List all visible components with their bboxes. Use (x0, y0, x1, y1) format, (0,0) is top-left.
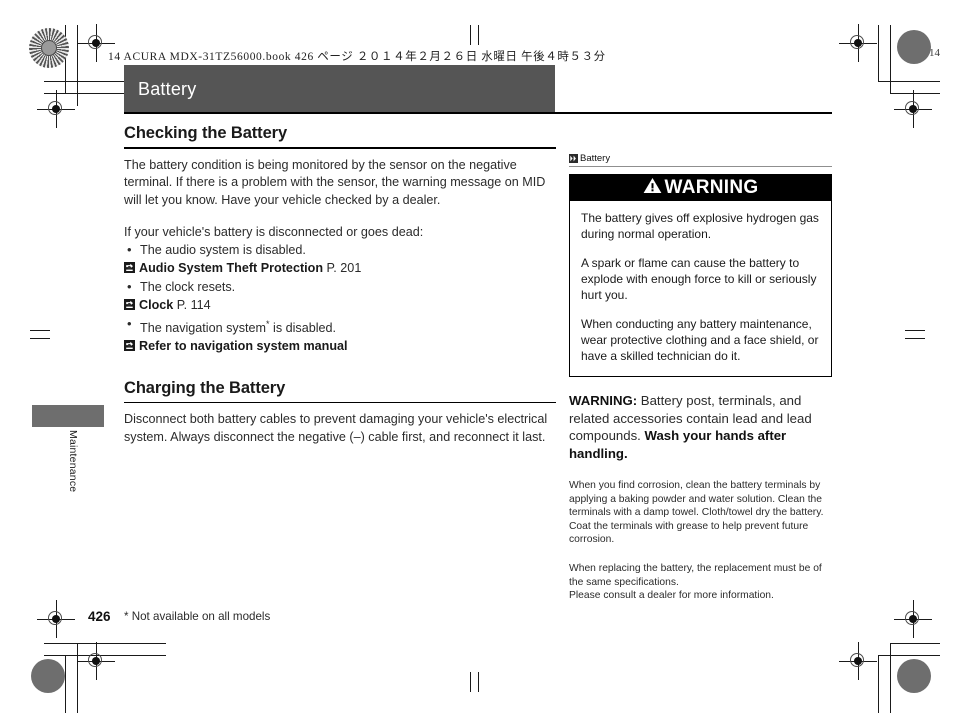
crop-line (905, 330, 925, 331)
crop-line (470, 25, 471, 45)
section-heading-charging: Charging the Battery (124, 378, 286, 397)
crop-line (44, 643, 166, 644)
sidebar-column: Battery WARNING The battery gives off ex… (569, 153, 832, 603)
warning-box-body: The battery gives off explosive hydrogen… (570, 201, 831, 376)
sidebar-note: When replacing the battery, the replacem… (569, 562, 822, 602)
double-chevron-icon (569, 154, 578, 163)
reference-arrow-icon (124, 298, 135, 310)
warning-lead-paragraph: WARNING: Battery post, terminals, and re… (569, 392, 832, 462)
crop-line (77, 25, 78, 106)
registration-mark (77, 642, 115, 680)
registration-mark (839, 642, 877, 680)
list-item: The navigation system* is disabled. (124, 315, 558, 338)
crop-line (478, 25, 479, 45)
crop-line (878, 655, 879, 713)
density-dot (31, 659, 65, 693)
crop-line (878, 81, 940, 82)
density-dot (897, 30, 931, 64)
paragraph-charging-1: Disconnect both battery cables to preven… (124, 412, 548, 444)
crop-line (890, 643, 940, 644)
crop-line (470, 672, 471, 692)
warning-banner: WARNING (570, 175, 831, 201)
density-dot (897, 659, 931, 693)
registration-mark (77, 24, 115, 62)
crop-line (478, 672, 479, 692)
list-item: The audio system is disabled. (124, 241, 558, 260)
warning-lead-bold: WARNING: (569, 393, 638, 408)
chapter-tab-block (32, 405, 104, 427)
page-title: Battery (138, 78, 197, 99)
sidebar-topic-header: Battery (569, 153, 832, 167)
registration-mark (37, 600, 75, 638)
list-item-text-suffix: is disabled. (269, 320, 337, 335)
page-number: 426 (88, 609, 111, 624)
crop-line (878, 25, 879, 82)
section-heading-rule (124, 147, 556, 149)
list-item-text: The audio system is disabled. (140, 242, 306, 257)
cross-reference[interactable]: Refer to navigation system manual (124, 337, 558, 356)
chapter-title-bar: Battery (124, 65, 555, 113)
section-heading-rule (124, 401, 556, 404)
crop-line (890, 93, 940, 94)
warning-banner-text: WARNING (664, 177, 759, 198)
cross-reference[interactable]: Clock P. 114 (124, 296, 558, 315)
registration-mark (839, 24, 877, 62)
crop-line (905, 338, 925, 339)
crop-line (65, 655, 66, 713)
cross-reference[interactable]: Audio System Theft Protection P. 201 (124, 259, 558, 278)
reference-page-number: P. 114 (176, 298, 211, 312)
crop-line (30, 330, 50, 331)
crop-line (77, 643, 78, 713)
battery-disconnect-list: The audio system is disabled. Audio Syst… (124, 241, 558, 356)
warning-triangle-icon (643, 177, 662, 199)
reference-page-number: P. 201 (326, 261, 362, 275)
reference-label: Clock (139, 298, 174, 312)
registration-mark (894, 90, 932, 128)
list-item-text: The navigation system (140, 320, 266, 335)
crop-line (890, 643, 891, 713)
section-heading-checking: Checking the Battery (124, 124, 288, 142)
page-footnote: * Not available on all models (124, 610, 271, 623)
warning-paragraph: The battery gives off explosive hydrogen… (581, 211, 819, 241)
crop-line (890, 25, 891, 94)
reference-arrow-icon (124, 261, 135, 273)
warning-paragraph: When conducting any battery maintenance,… (581, 317, 819, 363)
reference-label: Audio System Theft Protection (139, 261, 324, 275)
title-underline (124, 112, 832, 114)
crop-line (878, 655, 940, 656)
crop-line (30, 338, 50, 339)
paragraph-checking-2: If your vehicle's battery is disconnecte… (124, 225, 424, 239)
sidebar-topic-label: Battery (580, 153, 611, 164)
warning-paragraph: A spark or flame can cause the battery t… (581, 256, 817, 302)
warning-box: WARNING The battery gives off explosive … (569, 174, 832, 377)
list-item-text: The clock resets. (140, 279, 236, 294)
manual-page: 14 14 ACURA MDX-31TZ56000.book 426 ページ ２… (0, 0, 954, 718)
edge-mark-number: 14 (929, 47, 940, 59)
chapter-tab-label: Maintenance (67, 430, 79, 493)
list-item: The clock resets. (124, 278, 558, 297)
reference-arrow-icon (124, 339, 135, 352)
sidebar-note: When you find corrosion, clean the batte… (569, 480, 824, 546)
star-target-mark (29, 28, 69, 68)
print-header: 14 ACURA MDX-31TZ56000.book 426 ページ ２０１４… (108, 51, 606, 63)
main-content-column: Checking the Battery The battery conditi… (124, 124, 558, 446)
reference-label: Refer to navigation system manual (139, 339, 348, 354)
paragraph-checking-1: The battery condition is being monitored… (124, 157, 546, 207)
registration-mark (894, 600, 932, 638)
registration-mark (37, 90, 75, 128)
